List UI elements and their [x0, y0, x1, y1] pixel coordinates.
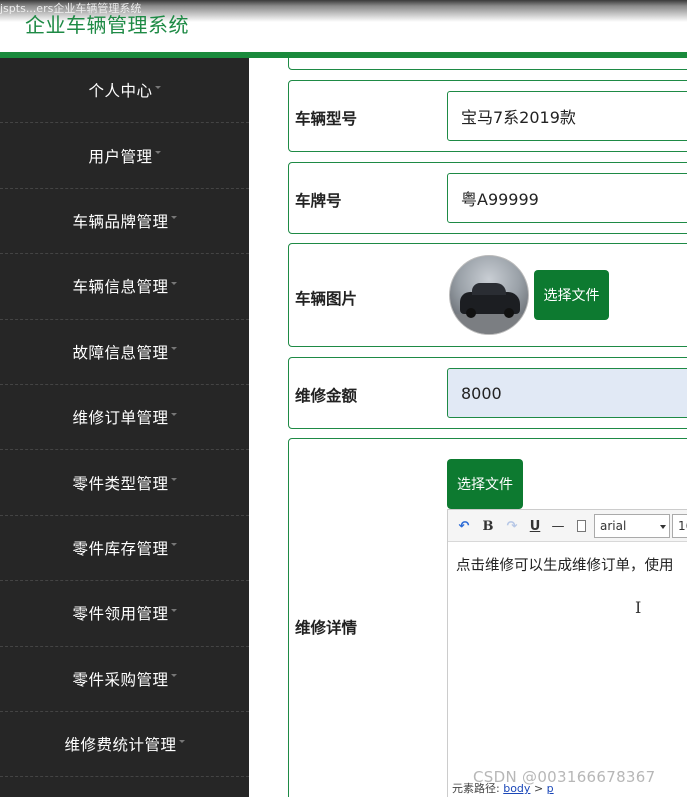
sidebar-item-label: 维修订单管理 [72, 409, 169, 428]
watermark: CSDN @003166678367 [473, 768, 656, 786]
sidebar-item-fault-info[interactable]: 故障信息管理 [0, 320, 249, 385]
sidebar-item-label: 零件类型管理 [72, 474, 169, 493]
sidebar-item-personal-center[interactable]: 个人中心 [0, 58, 249, 124]
sidebar-item-label: 车辆信息管理 [72, 278, 169, 297]
caret-down-icon [170, 281, 177, 285]
sidebar-item-vehicle-info[interactable]: 车辆信息管理 [0, 254, 249, 320]
sidebar-item-label: 个人中心 [88, 82, 153, 101]
caret-down-icon [170, 608, 177, 612]
caret-down-icon [170, 478, 177, 482]
form-row-repair-details: 维修详情 选择文件 ↶ B ↷ U — arial 16 点击维修可以生成维修订… [288, 438, 687, 797]
sidebar-item-part-purchase[interactable]: 零件采购管理 [0, 647, 249, 712]
form-row-plate-number: 车牌号 粤A99999 [288, 162, 687, 234]
sidebar-item-part-types[interactable]: 零件类型管理 [0, 450, 249, 516]
editor-toolbar: ↶ B ↷ U — arial 16 [448, 510, 687, 542]
vehicle-image-preview [449, 255, 529, 335]
chevron-down-icon [660, 525, 666, 529]
rich-text-editor: ↶ B ↷ U — arial 16 点击维修可以生成维修订单，使用 I 元素路… [447, 509, 687, 797]
caret-down-icon [170, 412, 177, 416]
sidebar-item-user-management[interactable]: 用户管理 [0, 123, 249, 189]
caret-down-icon [154, 85, 161, 89]
form-row-vehicle-model: 车辆型号 宝马7系2019款 [288, 80, 687, 152]
sidebar-item-repair-orders[interactable]: 维修订单管理 [0, 385, 249, 451]
sidebar-item-part-requisition[interactable]: 零件领用管理 [0, 581, 249, 647]
horizontal-rule-icon[interactable]: — [551, 516, 565, 536]
caret-down-icon [170, 347, 177, 351]
repair-details-label: 维修详情 [295, 619, 358, 637]
vehicle-image-choose-file-button[interactable]: 选择文件 [534, 270, 609, 320]
caret-down-icon [178, 739, 185, 743]
sidebar-item-vehicle-brand[interactable]: 车辆品牌管理 [0, 189, 249, 255]
editor-content[interactable]: 点击维修可以生成维修订单，使用 [456, 554, 687, 575]
sidebar-item-label: 零件采购管理 [72, 670, 169, 689]
undo-icon[interactable]: ↶ [456, 516, 472, 536]
caret-down-icon [154, 151, 161, 155]
repair-amount-input[interactable]: 8000 [447, 368, 687, 418]
font-family-value: arial [600, 519, 627, 533]
sidebar-item-label: 零件领用管理 [72, 605, 169, 624]
text-cursor-icon: I [635, 598, 642, 617]
sidebar-item-label: 零件库存管理 [72, 539, 169, 558]
sidebar-item-label: 维修费统计管理 [64, 736, 177, 755]
sidebar: 个人中心 用户管理 车辆品牌管理 车辆信息管理 故障信息管理 维修订单管理 零件… [0, 58, 249, 797]
main-content: 车辆型号 宝马7系2019款 车牌号 粤A99999 车辆图片 选择文件 维修金… [249, 58, 687, 797]
form-row-vehicle-image: 车辆图片 选择文件 [288, 243, 687, 347]
plate-number-input[interactable]: 粤A99999 [447, 173, 687, 223]
document-icon[interactable] [574, 516, 588, 536]
caret-down-icon [170, 674, 177, 678]
vehicle-image-label: 车辆图片 [295, 290, 358, 308]
redo-icon[interactable]: ↷ [504, 516, 520, 536]
repair-amount-label: 维修金额 [295, 387, 358, 405]
repair-details-choose-file-button[interactable]: 选择文件 [447, 459, 523, 509]
sidebar-item-part-inventory[interactable]: 零件库存管理 [0, 516, 249, 582]
sidebar-item-label: 用户管理 [88, 147, 153, 166]
caret-down-icon [170, 216, 177, 220]
bold-icon[interactable]: B [481, 516, 495, 536]
vehicle-model-label: 车辆型号 [295, 110, 358, 128]
font-size-select[interactable]: 16 [672, 514, 687, 538]
sidebar-item-label: 故障信息管理 [72, 343, 169, 362]
sidebar-item-label: 车辆品牌管理 [72, 212, 169, 231]
font-size-value: 16 [678, 519, 687, 533]
form-row-previous [288, 58, 687, 70]
plate-number-label: 车牌号 [295, 192, 342, 210]
sidebar-item-repair-fee-stats[interactable]: 维修费统计管理 [0, 712, 249, 778]
font-family-select[interactable]: arial [594, 514, 670, 538]
app-title: 企业车辆管理系统 [25, 13, 189, 37]
form-row-repair-amount: 维修金额 8000 [288, 357, 687, 429]
vehicle-model-input[interactable]: 宝马7系2019款 [447, 91, 687, 141]
caret-down-icon [170, 543, 177, 547]
underline-icon[interactable]: U [528, 516, 542, 536]
app-header: jspts...ers企业车辆管理系统 企业车辆管理系统 [0, 0, 687, 58]
